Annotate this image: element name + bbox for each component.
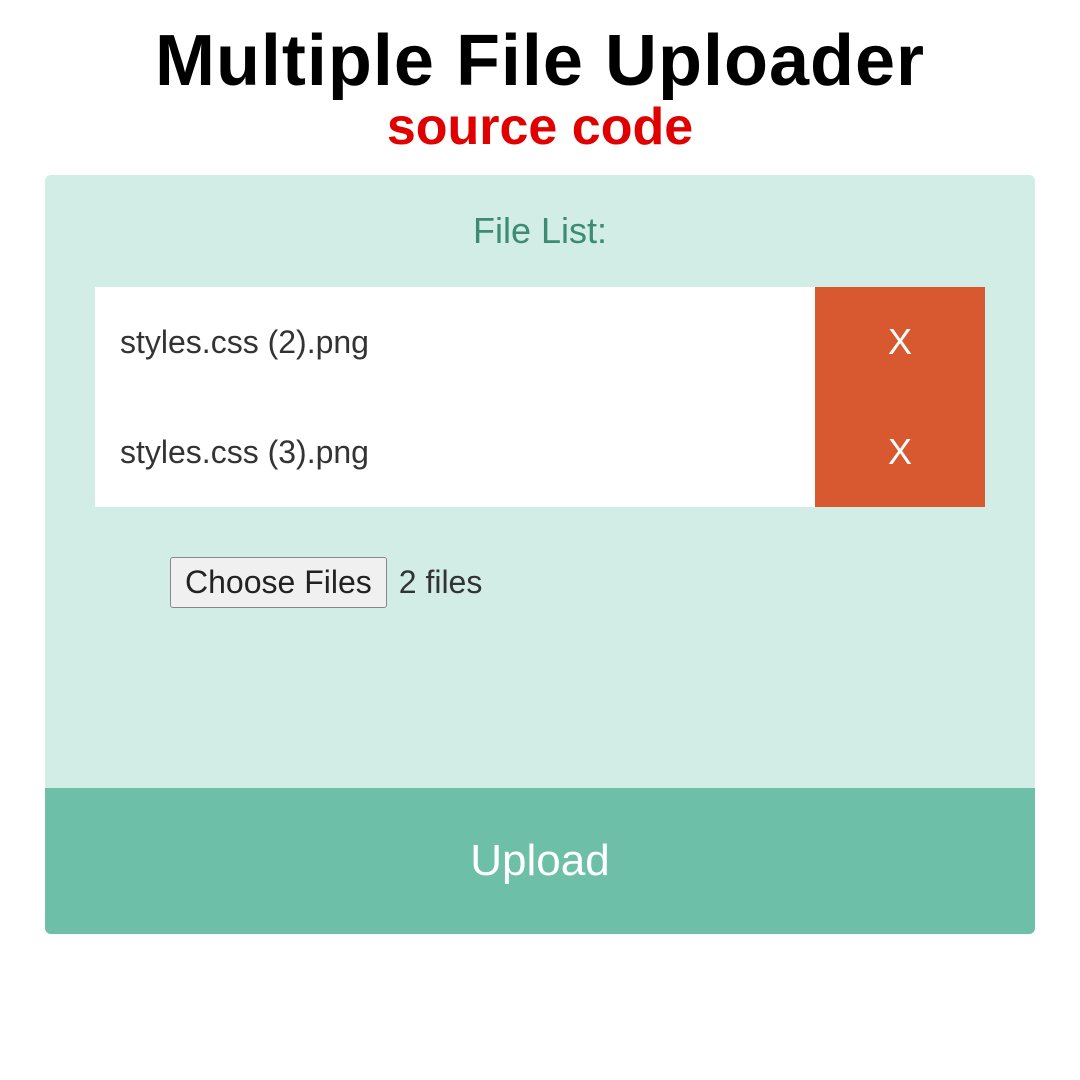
file-count-label: 2 files — [399, 564, 483, 601]
choose-files-button[interactable]: Choose Files — [170, 557, 387, 608]
page-subtitle: source code — [0, 97, 1080, 157]
remove-file-button[interactable]: X — [815, 287, 985, 397]
header: Multiple File Uploader source code — [0, 0, 1080, 157]
file-row: styles.css (2).png X — [95, 287, 985, 397]
upload-button[interactable]: Upload — [45, 788, 1035, 934]
file-row: styles.css (3).png X — [95, 397, 985, 507]
remove-file-button[interactable]: X — [815, 397, 985, 507]
file-name: styles.css (2).png — [95, 287, 815, 397]
file-list: styles.css (2).png X styles.css (3).png … — [95, 287, 985, 507]
file-list-section: File List: styles.css (2).png X styles.c… — [45, 175, 1035, 788]
file-list-title: File List: — [95, 210, 985, 252]
page-title: Multiple File Uploader — [0, 20, 1080, 102]
file-name: styles.css (3).png — [95, 397, 815, 507]
uploader-panel: File List: styles.css (2).png X styles.c… — [45, 175, 1035, 934]
file-input-row: Choose Files 2 files — [170, 557, 985, 608]
spacer — [95, 608, 985, 738]
